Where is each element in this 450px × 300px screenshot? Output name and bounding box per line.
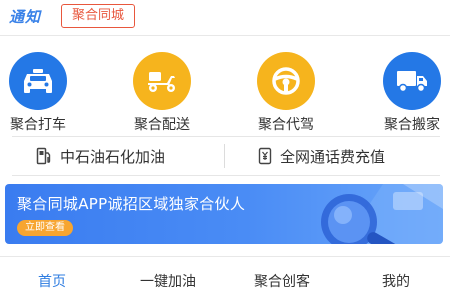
service-designated-driver[interactable]: 聚合代驾	[246, 52, 326, 134]
bottom-nav: 首页 一键加油 聚合创客 我的	[0, 256, 450, 300]
tab-profile[interactable]: 我的	[382, 271, 410, 291]
notice-title: 通知	[9, 8, 42, 26]
scooter-icon	[133, 52, 191, 110]
view-now-button[interactable]: 立即查看	[17, 220, 73, 236]
car-icon	[9, 52, 67, 110]
service-grid: 聚合打车 聚合配送 聚合代驾 聚合搬家	[0, 52, 450, 134]
service-moving[interactable]: 聚合搬家	[372, 52, 450, 134]
phone-recharge-link[interactable]: 全网通话费充值	[258, 137, 385, 175]
yuan-phone-icon	[258, 147, 272, 165]
truck-icon	[383, 52, 441, 110]
service-label: 聚合配送	[134, 117, 190, 133]
divider	[224, 144, 225, 168]
steering-wheel-icon	[257, 52, 315, 110]
notice-bar: 通知 聚合同城	[0, 0, 450, 36]
banner-headline: 聚合同城APP诚招区域独家合伙人	[17, 195, 246, 213]
phone-recharge-label: 全网通话费充值	[280, 147, 386, 166]
magnifier-illustration	[321, 184, 443, 244]
fuel-link-label: 中石油石化加油	[60, 147, 166, 166]
quick-links: 中石油石化加油 全网通话费充值	[12, 136, 440, 176]
promo-banner[interactable]: 聚合同城APP诚招区域独家合伙人 立即查看	[5, 184, 443, 244]
service-label: 聚合打车	[10, 117, 66, 133]
service-taxi[interactable]: 聚合打车	[0, 52, 78, 134]
service-label: 聚合搬家	[384, 117, 440, 133]
fuel-pump-icon	[36, 147, 52, 165]
service-delivery[interactable]: 聚合配送	[122, 52, 202, 134]
tab-home[interactable]: 首页	[38, 271, 66, 291]
city-tag-button[interactable]: 聚合同城	[61, 4, 136, 28]
fuel-link[interactable]: 中石油石化加油	[36, 137, 165, 175]
service-label: 聚合代驾	[258, 117, 314, 133]
tab-maker[interactable]: 聚合创客	[254, 271, 310, 291]
tab-one-click-fuel[interactable]: 一键加油	[140, 271, 196, 291]
